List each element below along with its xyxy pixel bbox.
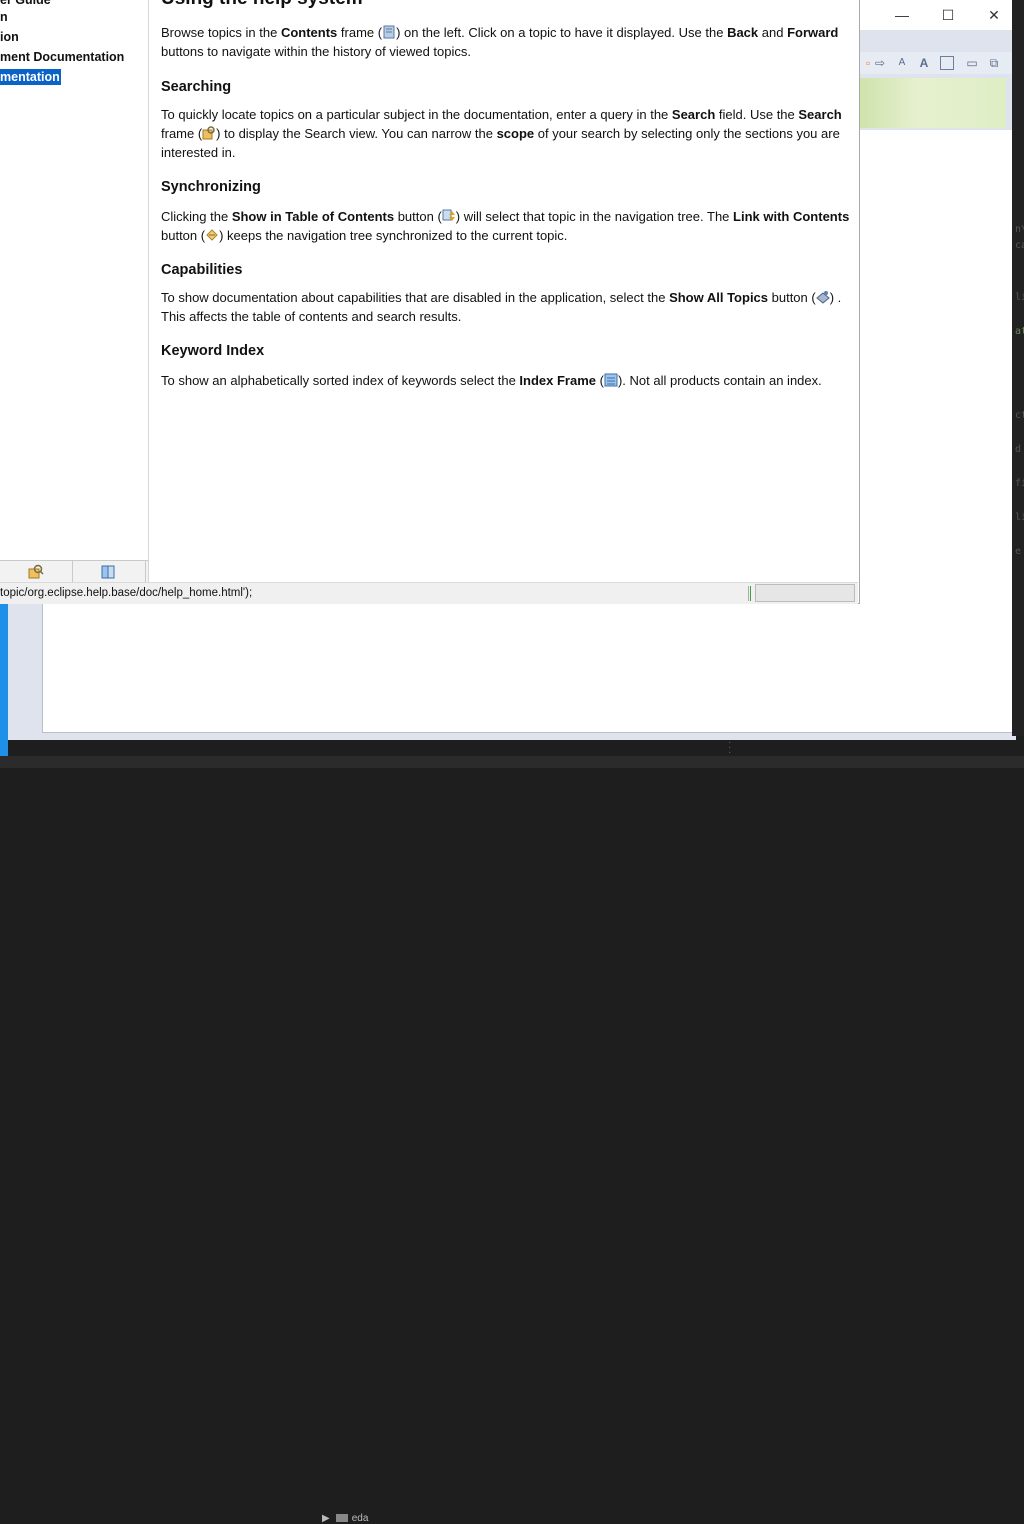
text: (: [596, 373, 604, 388]
maximize-view-icon[interactable]: ⧉: [986, 55, 1002, 71]
editor-fragment: li: [1015, 292, 1024, 303]
status-bar: topic/org.eclipse.help.base/doc/help_hom…: [0, 582, 858, 604]
index-icon: [101, 565, 115, 579]
status-url: topic/org.eclipse.help.base/doc/help_hom…: [0, 587, 253, 599]
back-term: Back: [727, 25, 759, 40]
play-icon: ▶: [322, 1513, 330, 1524]
help-window: er Guide n ion ment Documentation mentat…: [0, 0, 860, 604]
contents-pane: er Guide n ion ment Documentation mentat…: [0, 0, 149, 582]
folder-icon: [335, 1514, 348, 1523]
editor-fragment: fi: [1015, 478, 1024, 489]
text: frame (: [161, 126, 203, 141]
index-frame-icon: [604, 373, 618, 387]
toc-item[interactable]: ion: [0, 29, 19, 45]
text: ) keeps the navigation tree synchronized…: [219, 228, 568, 243]
toc-item[interactable]: n: [0, 9, 8, 25]
ide-right-panel: [860, 130, 1014, 604]
text: frame (: [337, 25, 383, 40]
editor-fragment: at: [1015, 326, 1024, 337]
toc-item[interactable]: er Guide: [0, 0, 51, 8]
status-separator: [748, 586, 749, 601]
status-separator: [750, 586, 751, 601]
text: buttons to navigate within the history o…: [161, 44, 472, 59]
forward-arrow-icon[interactable]: ⇨: [872, 55, 888, 71]
search-term: Search: [798, 107, 842, 122]
font-increase-icon[interactable]: A: [916, 55, 932, 71]
taskbar-item[interactable]: ▶ eda: [322, 1513, 368, 1524]
editor-edge: n\ ca li at ct d fi li e: [1012, 0, 1024, 736]
text: To quickly locate topics on a particular…: [161, 107, 672, 122]
text: Browse topics in the: [161, 25, 281, 40]
keyword-index-paragraph: To show an alphabetically sorted index o…: [161, 371, 851, 390]
editor-fragment: d: [1015, 444, 1022, 455]
text: button (: [394, 209, 442, 224]
desktop-background: [0, 600, 8, 768]
editor-fragment: ct: [1015, 410, 1024, 421]
capabilities-paragraph: To show documentation about capabilities…: [161, 288, 851, 326]
text: field. Use the: [715, 107, 799, 122]
show-all-topics-icon: [815, 291, 830, 304]
intro-paragraph: Browse topics in the Contents frame ( ) o…: [161, 23, 851, 61]
text: To show an alphabetically sorted index o…: [161, 373, 520, 388]
show-in-toc-term: Show in Table of Contents: [231, 209, 395, 224]
show-in-toc-icon: [442, 209, 455, 221]
forward-term: Forward: [787, 25, 839, 40]
link-with-contents-icon: [206, 229, 218, 241]
navigation-tabs: [0, 560, 148, 582]
progress-bar: [755, 584, 855, 602]
scope-term: scope: [496, 126, 535, 141]
heading-synchronizing: Synchronizing: [161, 179, 261, 195]
toc-item[interactable]: ment Documentation: [0, 49, 124, 65]
maximize-button[interactable]: ☐: [926, 2, 970, 28]
text: button (: [768, 290, 816, 305]
text: and: [758, 25, 788, 40]
editor-fragment: e: [1015, 546, 1022, 557]
topic-content: Using the help system Browse topics in t…: [150, 0, 858, 582]
welcome-banner: [860, 78, 1006, 128]
text: ) to display the Search view. You can na…: [216, 126, 497, 141]
search-frame-icon: [202, 126, 215, 140]
tab-search[interactable]: [0, 561, 73, 582]
sash-handle[interactable]: · · ·: [728, 738, 736, 758]
contents-frame-icon: [383, 25, 395, 39]
font-decrease-icon[interactable]: A: [894, 55, 910, 71]
tab-index[interactable]: [73, 561, 146, 582]
contents-term: Contents: [280, 25, 338, 40]
taskbar: ▶ eda: [0, 756, 1024, 1524]
text: To show documentation about capabilities…: [161, 290, 670, 305]
show-all-topics-term: Show All Topics: [669, 290, 769, 305]
index-frame-term: Index Frame: [519, 373, 597, 388]
minimize-button[interactable]: —: [880, 2, 924, 28]
editor-fragment: n\: [1015, 224, 1024, 235]
heading-keyword-index: Keyword Index: [161, 343, 265, 359]
link-with-contents-term: Link with Contents: [733, 209, 850, 224]
welcome-toolbar: ▫ ⇨ A A ▭ ⧉: [860, 52, 1016, 74]
heading-searching: Searching: [161, 79, 232, 95]
text: button (: [161, 228, 206, 243]
search-icon: [28, 564, 44, 579]
text: ). Not all products contain an index.: [617, 373, 822, 388]
search-term: Search: [671, 107, 716, 122]
editor-fragment: li: [1015, 512, 1024, 523]
customize-page-icon[interactable]: [940, 56, 954, 70]
text: ) will select that topic in the navigati…: [455, 209, 734, 224]
taskbar-item-label: eda: [351, 1513, 369, 1524]
editor-fragment: ca: [1015, 240, 1024, 251]
heading-capabilities: Capabilities: [161, 262, 243, 278]
ide-bottom-panel: [42, 604, 1016, 733]
minimize-view-icon[interactable]: ▭: [964, 55, 980, 71]
text: Clicking the: [161, 209, 232, 224]
toc-item-selected[interactable]: mentation: [0, 69, 61, 85]
ide-title-bar: — ☐ ✕: [860, 0, 1016, 30]
close-button[interactable]: ✕: [972, 2, 1016, 28]
page-title: Using the help system: [161, 0, 851, 10]
synchronizing-paragraph: Clicking the Show in Table of Contents b…: [161, 207, 851, 245]
text: ) on the left. Click on a topic to have …: [396, 25, 728, 40]
searching-paragraph: To quickly locate topics on a particular…: [161, 105, 851, 162]
